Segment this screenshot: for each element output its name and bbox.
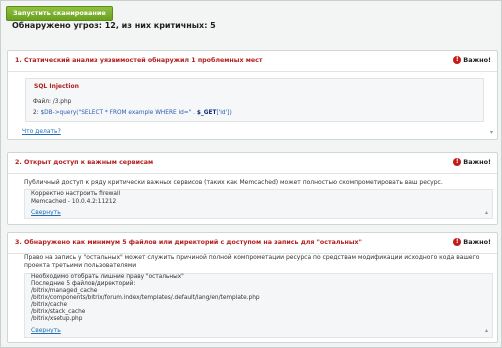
collapse-link[interactable]: Свернуть <box>31 209 61 216</box>
warning-icon: ! <box>453 158 462 166</box>
important-badge: ! Важно! <box>453 56 491 64</box>
file-path: /bitrix/xsetup.php <box>31 316 83 322</box>
collapse-icon[interactable]: ▴ <box>485 327 488 334</box>
start-scan-button[interactable]: Запустить сканирование <box>6 6 113 21</box>
important-badge: ! Важно! <box>453 158 491 166</box>
important-label: Важно! <box>463 238 491 246</box>
threats-summary: Обнаружено угроз: 12, из них критичных: … <box>12 21 216 30</box>
security-scanner-panel: Запустить сканирование Обнаружено угроз:… <box>0 0 502 348</box>
service-address: Memcached - 10.0.4.2:11212 <box>31 199 117 205</box>
threat-card-static-analysis: 1. Статический анализ уязвимостей обнару… <box>7 50 498 140</box>
collapse-link[interactable]: Свернуть <box>31 327 61 334</box>
expand-icon[interactable]: ▾ <box>490 129 493 136</box>
file-path: Файл: /3.php <box>33 99 72 105</box>
recommendation-box: Необходимо отобрать лишние праву "осталь… <box>24 273 493 338</box>
recommendation-line: Корректно настроить firewall <box>31 191 121 197</box>
card-description: Публичный доступ к ряду критически важны… <box>24 179 443 186</box>
warning-icon: ! <box>453 56 462 64</box>
card-description-line1: Право на запись у "остальных" может служ… <box>24 254 480 261</box>
sql-injection-title: SQL Injection <box>34 83 79 90</box>
threat-card-writable-files: 3. Обнаружено как минимум 5 файлов или д… <box>7 232 498 343</box>
code-get-var: $_GET <box>196 110 217 116</box>
important-label: Важно! <box>463 56 491 64</box>
card-title: 1. Статический анализ уязвимостей обнару… <box>15 57 263 64</box>
code-line: 2: $DB->query("SELECT * FROM example WHE… <box>33 110 232 116</box>
code-suffix: ['id']) <box>216 110 232 116</box>
collapse-icon[interactable]: ▴ <box>485 209 488 216</box>
threat-card-open-services: 2. Открыт доступ к важным сервисам ! Важ… <box>7 152 498 225</box>
important-label: Важно! <box>463 158 491 166</box>
card-title: 3. Обнаружено как минимум 5 файлов или д… <box>15 239 362 246</box>
code-text: $DB->query("SELECT * FROM example WHERE … <box>40 110 231 116</box>
card-header: 2. Открыт доступ к важным сервисам ! Важ… <box>8 153 497 174</box>
code-main: $DB->query("SELECT * FROM example WHERE … <box>40 110 197 116</box>
recommendation-box: Корректно настроить firewall Memcached -… <box>24 189 493 219</box>
warning-icon: ! <box>453 238 462 246</box>
sql-injection-details: SQL Injection Файл: /3.php 2: $DB->query… <box>25 78 484 122</box>
what-to-do-link[interactable]: Что делать? <box>22 128 61 135</box>
card-header: 1. Статический анализ уязвимостей обнару… <box>8 51 497 72</box>
card-header: 3. Обнаружено как минимум 5 файлов или д… <box>8 233 497 254</box>
card-title: 2. Открыт доступ к важным сервисам <box>15 159 154 166</box>
card-description-line2: проекта третьими пользователями <box>24 262 137 269</box>
important-badge: ! Важно! <box>453 238 491 246</box>
